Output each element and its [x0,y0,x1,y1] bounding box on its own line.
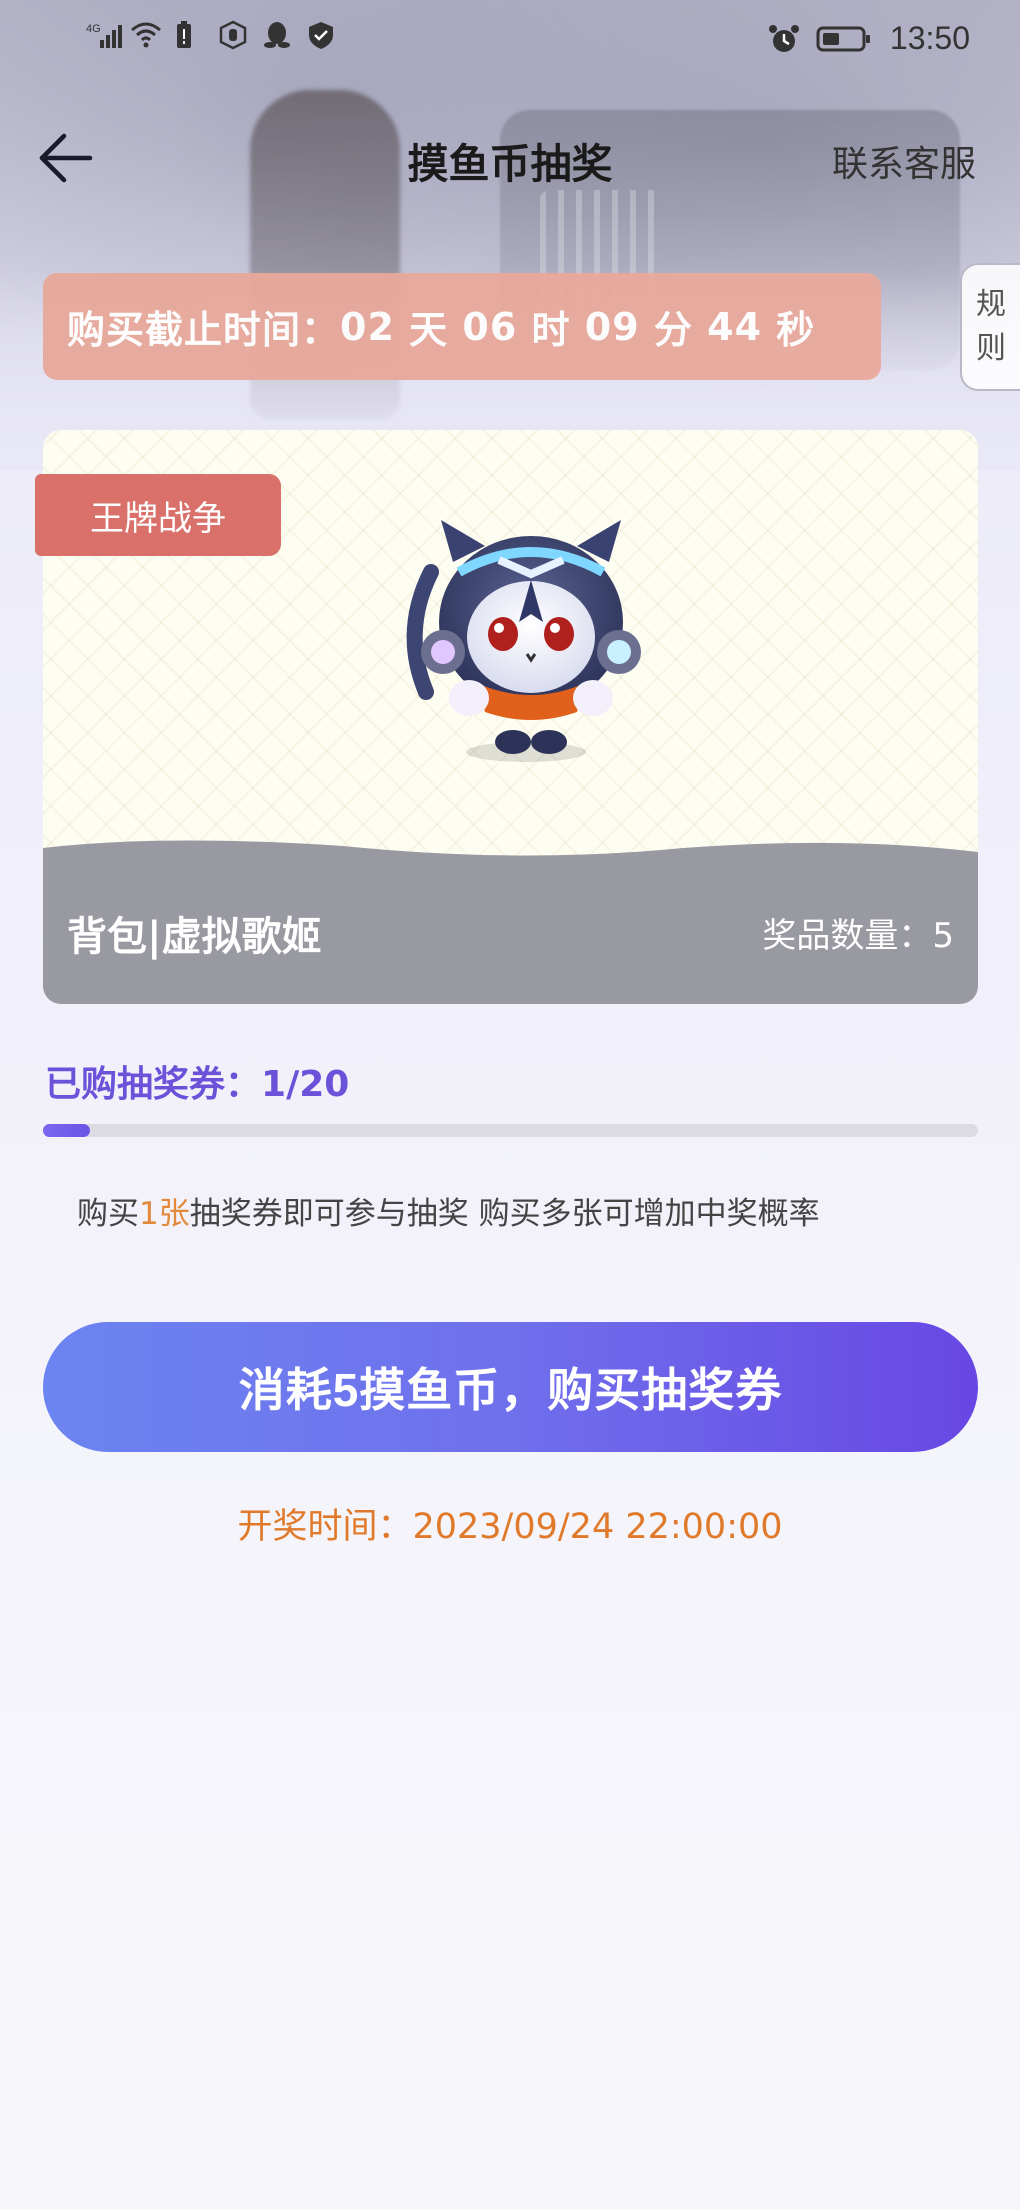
countdown-minutes: 09 [584,304,640,349]
wifi-icon [130,20,161,50]
tickets-bought: 已购抽奖券：1/20 [45,1055,349,1107]
hand-icon [218,20,248,50]
prize-backpack-image [406,520,641,762]
countdown-minutes-unit: 分 [653,308,693,352]
status-bar: 4G 13:50 [0,0,1020,80]
status-icons-left: 4G [86,20,336,50]
rules-tab-line2: 则 [976,331,1006,366]
countdown-days-unit: 天 [409,308,449,352]
prize-name: 背包|虚拟歌姬 [67,914,322,960]
hint-highlight: 1张 [139,1196,190,1232]
hint-suffix: 抽奖券即可参与抽奖 购买多张可增加中奖概率 [189,1196,820,1232]
draw-time-value: 2023/09/24 22:00:00 [412,1507,783,1547]
game-tag: 王牌战争 [35,474,281,556]
countdown-hours: 06 [462,304,518,349]
status-icons-right: 13:50 [768,20,970,57]
qq-icon [262,20,292,50]
prize-quantity-value: 5 [932,916,954,956]
countdown-hours-unit: 时 [531,308,571,352]
purchase-deadline-countdown: 购买截止时间： 02 天 06 时 09 分 44 秒 [43,273,881,380]
tickets-progress-fill [43,1124,90,1137]
tickets-progress-bar [43,1124,978,1137]
draw-time: 开奖时间：2023/09/24 22:00:00 [0,1498,1020,1549]
svg-text:4G: 4G [86,23,101,35]
countdown-seconds-unit: 秒 [776,308,816,352]
status-time: 13:50 [889,20,970,56]
battery-alert-icon [174,20,204,50]
prize-quantity-label: 奖品数量： [762,916,933,956]
prize-quantity: 奖品数量：5 [762,908,954,957]
battery-icon [816,24,872,54]
tickets-bought-label: 已购抽奖券： [45,1064,262,1105]
signal-icon: 4G [86,20,122,50]
tickets-bought-count: 1/20 [261,1064,350,1105]
hint-prefix: 购买 [77,1196,139,1232]
shield-icon [306,20,336,50]
countdown-seconds: 44 [707,304,763,349]
header-bar: 摸鱼币抽奖 联系客服 [0,110,1020,200]
rules-tab-line1: 规 [976,287,1006,322]
contact-support-link[interactable]: 联系客服 [832,135,976,187]
buy-ticket-button[interactable]: 消耗5摸鱼币，购买抽奖券 [43,1322,978,1452]
rules-tab[interactable]: 规 则 [960,263,1020,391]
participation-hint: 购买1张抽奖券即可参与抽奖 购买多张可增加中奖概率 [77,1188,820,1233]
prize-card-footer: 背包|虚拟歌姬 奖品数量：5 [43,834,978,1004]
countdown-days: 02 [340,304,395,349]
alarm-icon [768,24,799,54]
countdown-label: 购买截止时间： [67,308,341,352]
draw-time-label: 开奖时间： [237,1507,413,1547]
